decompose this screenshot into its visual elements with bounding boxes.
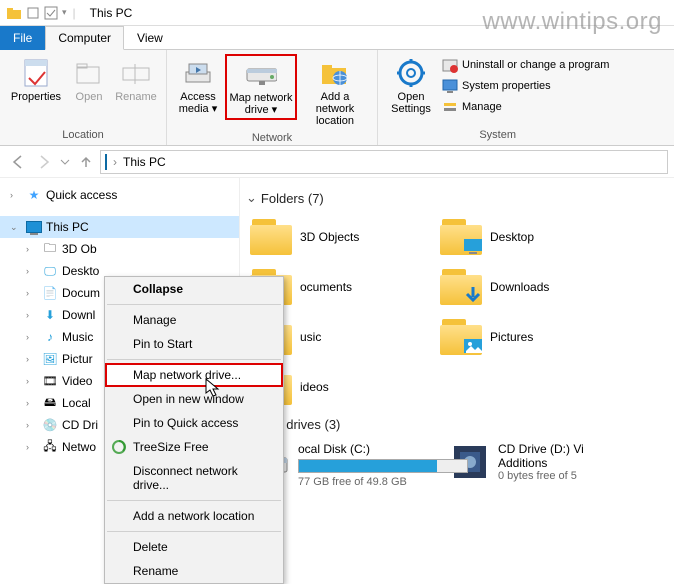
documents-icon: 📄 <box>42 285 58 301</box>
properties-icon <box>20 57 52 89</box>
ribbon-tabs: File Computer View <box>0 26 674 50</box>
group-label-network: Network <box>173 130 371 146</box>
uninstall-program-button[interactable]: Uninstall or change a program <box>440 56 611 74</box>
pictures-icon: 🖼 <box>42 351 58 367</box>
pc-icon <box>26 219 42 235</box>
open-settings-button[interactable]: Open Settings <box>384 54 438 118</box>
nav-quick-access[interactable]: ›★Quick access <box>0 184 239 206</box>
open-icon <box>73 57 105 89</box>
uninstall-icon <box>442 57 458 73</box>
add-network-location-button[interactable]: Add a network location <box>299 54 371 130</box>
settings-icon <box>395 57 427 89</box>
folder-3d[interactable]: 3D Objects <box>246 212 436 262</box>
folder-desktop[interactable]: Desktop <box>436 212 626 262</box>
drive-icon: 🖴 <box>42 395 58 411</box>
ctx-treesize[interactable]: TreeSize Free <box>105 435 283 459</box>
group-network: Access media ▾ Map network drive ▾ Add a… <box>167 50 378 145</box>
star-icon: ★ <box>26 187 42 203</box>
folder-icon <box>6 5 22 21</box>
group-system: Open Settings Uninstall or change a prog… <box>378 50 617 145</box>
drives-header[interactable]: ⌄and drives (3) <box>246 416 674 432</box>
folders-header[interactable]: ⌄Folders (7) <box>246 190 674 206</box>
ctx-add-location[interactable]: Add a network location <box>105 504 283 528</box>
title-bar: ▾ | This PC <box>0 0 674 26</box>
pc-icon <box>105 155 107 169</box>
qat-properties-icon[interactable] <box>26 6 40 20</box>
folder-icon <box>440 219 482 255</box>
context-menu: Collapse Manage Pin to Start Map network… <box>104 276 284 584</box>
capacity-bar <box>298 459 468 473</box>
downloads-icon: ⬇ <box>42 307 58 323</box>
group-location: Properties Open Rename Location <box>0 50 167 145</box>
nav-recent-button[interactable] <box>58 150 72 174</box>
drive-d[interactable]: CD Drive (D:) Vi Additions 0 bytes free … <box>446 438 646 494</box>
tab-view[interactable]: View <box>124 26 176 50</box>
map-network-drive-button[interactable]: Map network drive ▾ <box>225 54 297 120</box>
nav-back-button[interactable] <box>6 150 30 174</box>
cd-icon: 💿 <box>42 417 58 433</box>
folder-pictures[interactable]: Pictures <box>436 312 626 362</box>
ctx-rename[interactable]: Rename <box>105 559 283 583</box>
ctx-map-network-drive[interactable]: Map network drive... <box>105 363 283 387</box>
main-pane: ⌄Folders (7) 3D Objects Desktop ocuments… <box>240 178 674 523</box>
rename-button: Rename <box>112 54 160 106</box>
separator <box>107 500 281 501</box>
manage-icon <box>442 99 458 115</box>
music-icon: ♪ <box>42 329 58 345</box>
open-button: Open <box>68 54 110 106</box>
treesize-icon <box>111 439 127 455</box>
ctx-open-new-window[interactable]: Open in new window <box>105 387 283 411</box>
nav-3d[interactable]: ›🗀3D Ob <box>0 238 239 260</box>
properties-button[interactable]: Properties <box>6 54 66 106</box>
ribbon: Properties Open Rename Location Access m… <box>0 50 674 146</box>
desktop-icon: 🖵 <box>42 263 58 279</box>
ctx-manage[interactable]: Manage <box>105 308 283 332</box>
system-properties-button[interactable]: System properties <box>440 77 611 95</box>
group-label-location: Location <box>6 127 160 143</box>
address-box[interactable]: › This PC <box>100 150 668 174</box>
tab-computer[interactable]: Computer <box>45 26 124 50</box>
drive-icon <box>245 58 277 90</box>
rename-icon <box>120 57 152 89</box>
ctx-pin-quick-access[interactable]: Pin to Quick access <box>105 411 283 435</box>
content-area: ›★Quick access ⌄This PC ›🗀3D Ob ›🖵Deskto… <box>0 178 674 523</box>
folder-icon <box>440 319 482 355</box>
ctx-pin-start[interactable]: Pin to Start <box>105 332 283 356</box>
separator <box>107 359 281 360</box>
globe-folder-icon <box>319 57 351 89</box>
network-icon: 🖧 <box>42 439 58 455</box>
media-icon <box>182 57 214 89</box>
access-media-button[interactable]: Access media ▾ <box>173 54 223 118</box>
qat-checkbox-icon[interactable] <box>44 6 58 20</box>
nav-forward-button <box>32 150 56 174</box>
ctx-collapse[interactable]: Collapse <box>105 277 283 301</box>
tab-file[interactable]: File <box>0 26 45 50</box>
folder-icon <box>250 219 292 255</box>
folders-grid: 3D Objects Desktop ocuments Downloads us… <box>246 212 674 412</box>
qat-dropdown-icon[interactable]: ▾ <box>62 7 67 18</box>
nav-this-pc[interactable]: ⌄This PC <box>0 216 239 238</box>
folder-icon <box>440 269 482 305</box>
ctx-delete[interactable]: Delete <box>105 535 283 559</box>
ctx-disconnect[interactable]: Disconnect network drive... <box>105 459 283 497</box>
separator <box>107 531 281 532</box>
separator <box>107 304 281 305</box>
nav-up-button[interactable] <box>74 150 98 174</box>
address-bar: › This PC <box>0 146 674 178</box>
folder-icon: 🗀 <box>42 241 58 257</box>
group-label-system: System <box>384 127 611 143</box>
videos-icon: 🎞 <box>42 373 58 389</box>
window-title: This PC <box>90 6 133 20</box>
folder-downloads[interactable]: Downloads <box>436 262 626 312</box>
manage-button[interactable]: Manage <box>440 98 611 116</box>
address-text: This PC <box>123 155 166 169</box>
monitor-icon <box>442 78 458 94</box>
